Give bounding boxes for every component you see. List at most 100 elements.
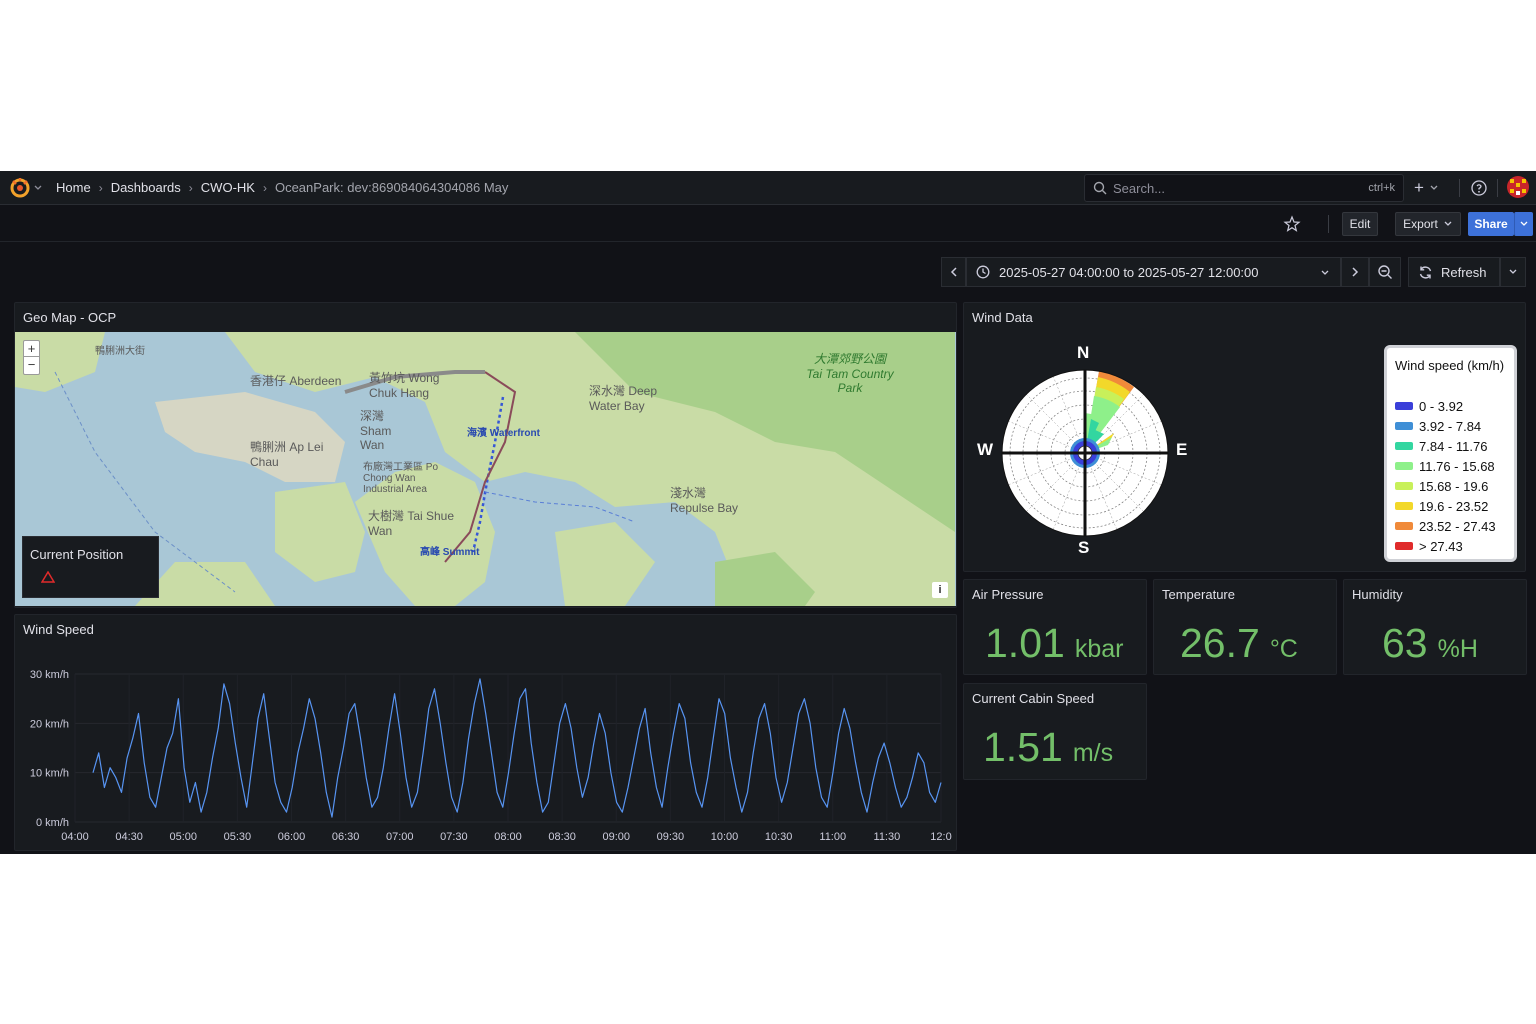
compass-west: W: [977, 440, 994, 459]
air-pressure-panel: Air Pressure 1.01 kbar: [963, 579, 1147, 675]
new-button[interactable]: +: [1414, 178, 1448, 198]
share-menu-button[interactable]: [1514, 212, 1533, 236]
humidity-panel: Humidity 63 %H: [1343, 579, 1527, 675]
plus-icon: +: [1414, 178, 1424, 197]
zoom-out-icon: [1378, 265, 1392, 279]
x-tick-label: 06:00: [278, 831, 306, 843]
current-position-label: Current Position: [30, 547, 124, 562]
x-tick-label: 09:30: [657, 831, 685, 843]
panel-title: Humidity: [1352, 587, 1403, 602]
divider: [1328, 215, 1329, 233]
clock-icon: [976, 265, 990, 279]
edit-button[interactable]: Edit: [1342, 212, 1378, 236]
panel-title: Wind Data: [972, 310, 1033, 325]
panel-title: Current Cabin Speed: [972, 691, 1095, 706]
legend-item: 7.84 - 11.76: [1395, 436, 1487, 456]
grafana-logo[interactable]: [9, 177, 43, 199]
help-icon[interactable]: [1470, 179, 1488, 197]
stat-number: 26.7: [1180, 620, 1260, 666]
wind-speed-legend: Wind speed (km/h) 0 - 3.92 3.92 - 7.84 7…: [1384, 345, 1517, 562]
search-placeholder: Search...: [1113, 180, 1166, 196]
stat-number: 1.01: [985, 620, 1065, 666]
stat-value: 63 %H: [1382, 620, 1478, 667]
y-tick-label: 10 km/h: [30, 768, 69, 780]
triangle-icon: [41, 571, 55, 583]
time-range-label: 2025-05-27 04:00:00 to 2025-05-27 12:00:…: [999, 264, 1259, 280]
breadcrumb-home[interactable]: Home: [56, 180, 91, 195]
map-label: 鴨脷洲大街: [95, 346, 145, 357]
time-forward-button[interactable]: [1341, 257, 1369, 287]
map-label: 大潭郊野公園 Tai Tam Country Park: [806, 352, 894, 395]
cabin-speed-panel: Current Cabin Speed 1.51 m/s: [963, 683, 1147, 780]
map-label: 高峰 Summit: [420, 547, 480, 558]
breadcrumb-dashboards[interactable]: Dashboards: [111, 180, 181, 195]
divider: [1459, 179, 1460, 197]
x-tick-label: 11:00: [819, 831, 846, 843]
x-tick-label: 10:30: [765, 831, 793, 843]
map-label: 深水灣 Deep Water Bay: [589, 384, 658, 413]
chevron-down-icon: [1520, 221, 1527, 226]
x-tick-label: 05:30: [224, 831, 252, 843]
refresh-button[interactable]: Refresh: [1408, 257, 1500, 287]
search-icon: [1093, 181, 1107, 195]
chevron-right-icon: ›: [188, 180, 193, 195]
chevron-left-icon: [950, 267, 957, 277]
current-position-legend: Current Position: [22, 536, 159, 598]
x-tick-label: 09:00: [602, 831, 630, 843]
stat-value: 1.01 kbar: [985, 620, 1123, 667]
map-label: 淺水灣 Repulse Bay: [670, 486, 739, 515]
stat-unit: kbar: [1074, 635, 1124, 663]
map-zoom-controls: + −: [23, 340, 40, 375]
zoom-out-icon[interactable]: −: [24, 357, 39, 373]
legend-item: 19.6 - 23.52: [1395, 496, 1488, 516]
wind-speed-series-line: [92, 678, 942, 818]
y-tick-label: 30 km/h: [30, 669, 69, 681]
wind-rose-chart: [1001, 369, 1169, 537]
avatar[interactable]: [1507, 176, 1529, 198]
star-icon[interactable]: [1283, 215, 1301, 233]
stat-value: 1.51 m/s: [983, 724, 1113, 771]
time-range-picker[interactable]: 2025-05-27 04:00:00 to 2025-05-27 12:00:…: [966, 257, 1341, 287]
map-label: 黃竹坑 Wong Chuk Hang: [369, 371, 440, 400]
stat-number: 63: [1382, 620, 1428, 666]
chevron-right-icon: ›: [98, 180, 103, 195]
divider: [1497, 179, 1498, 197]
panel-title: Temperature: [1162, 587, 1235, 602]
chevron-right-icon: [1352, 267, 1359, 277]
x-tick-label: 07:00: [386, 831, 414, 843]
chevron-down-icon: [1430, 185, 1438, 190]
dashboard-toolbar: Edit Export Share: [0, 206, 1536, 242]
x-tick-label: 10:00: [711, 831, 739, 843]
map-label: 布廠灣工業區 Po Chong Wan Industrial Area: [363, 462, 439, 495]
export-button[interactable]: Export: [1395, 212, 1461, 236]
x-tick-label: 04:00: [61, 831, 89, 843]
search-shortcut: ctrl+k: [1368, 182, 1395, 194]
refresh-interval-button[interactable]: [1500, 257, 1526, 287]
dashboard-app: Home › Dashboards › CWO-HK › OceanPark: …: [0, 171, 1536, 854]
map-label: 海濱 Waterfront: [467, 428, 540, 439]
chevron-right-icon: ›: [262, 180, 267, 195]
refresh-icon: [1419, 265, 1432, 279]
y-tick-label: 0 km/h: [36, 817, 69, 829]
chevron-down-icon: [1444, 221, 1452, 226]
top-bar: Home › Dashboards › CWO-HK › OceanPark: …: [0, 171, 1536, 205]
legend-item: 23.52 - 27.43: [1395, 516, 1496, 536]
search-input[interactable]: Search... ctrl+k: [1084, 174, 1404, 202]
share-button[interactable]: Share: [1468, 212, 1514, 236]
zoom-out-button[interactable]: [1369, 257, 1401, 287]
info-icon[interactable]: i: [932, 582, 948, 598]
time-back-button[interactable]: [941, 257, 966, 287]
legend-item: 3.92 - 7.84: [1395, 416, 1481, 436]
stat-number: 1.51: [983, 724, 1063, 770]
map-label: 香港仔 Aberdeen: [250, 374, 342, 388]
chevron-down-icon: [1321, 270, 1329, 275]
x-tick-label: 05:00: [169, 831, 197, 843]
x-tick-label: 12:0: [930, 831, 951, 843]
breadcrumb-folder[interactable]: CWO-HK: [201, 180, 255, 195]
legend-item: 15.68 - 19.6: [1395, 476, 1488, 496]
panel-title: Air Pressure: [972, 587, 1044, 602]
stat-unit: °C: [1269, 635, 1298, 663]
map-label: 鴨脷洲 Ap Lei Chau: [250, 440, 324, 469]
wind-speed-chart: 30 km/h 20 km/h 10 km/h 0 km/h 04:00 04:30 05:…: [30, 669, 952, 843]
zoom-in-icon[interactable]: +: [24, 341, 39, 357]
